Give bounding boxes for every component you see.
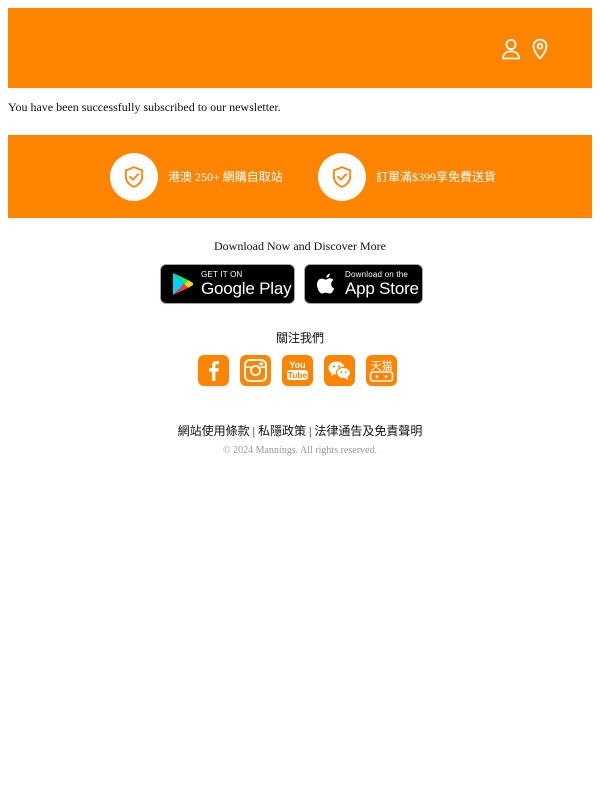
features-banner: 港澳 250+ 網購自取站 訂單滿$399享免費送貨: [8, 135, 592, 218]
tmall-icon: 天猫: [369, 360, 394, 382]
social-links: You Tube 天猫: [198, 355, 397, 386]
youtube-icon: You Tube: [287, 360, 308, 380]
subscription-success-message: You have been successfully subscribed to…: [8, 100, 281, 114]
facebook-icon: [209, 361, 219, 381]
tmall-label: 天猫: [371, 360, 393, 373]
copyright-text: © 2024 Mannings. All rights reserved.: [223, 445, 377, 456]
google-play-big-text: Google Play: [201, 279, 292, 298]
apple-icon: [317, 273, 335, 294]
user-icon: [502, 39, 520, 60]
wechat-link[interactable]: [324, 355, 355, 386]
feature-icon-circle: [110, 153, 158, 201]
facebook-link[interactable]: [198, 355, 229, 386]
app-store-button[interactable]: Download on the App Store: [304, 264, 423, 304]
tmall-link[interactable]: 天猫: [366, 355, 397, 386]
google-play-icon: [173, 273, 193, 295]
google-play-button[interactable]: GET IT ON Google Play: [160, 264, 295, 304]
feature-free-delivery: 訂單滿$399享免費送貨: [318, 153, 496, 201]
youtube-link[interactable]: You Tube: [282, 355, 313, 386]
instagram-icon: [244, 359, 267, 382]
footer-links: 網站使用條款 | 私隱政策 | 法律通告及免責聲明: [0, 423, 600, 439]
shield-check-icon: [332, 166, 352, 188]
privacy-policy-link[interactable]: 私隱政策: [258, 424, 306, 438]
google-play-text: GET IT ON Google Play: [201, 270, 292, 298]
shield-check-icon: [124, 166, 144, 188]
app-store-big-text: App Store: [345, 279, 419, 298]
download-title: Download Now and Discover More: [214, 239, 386, 253]
app-store-small-text: Download on the: [345, 270, 409, 279]
google-play-small-text: GET IT ON: [201, 270, 243, 279]
feature-pickup-stations: 港澳 250+ 網購自取站: [110, 153, 283, 201]
feature-label: 訂單滿$399享免費送貨: [376, 170, 497, 184]
legal-notice-link[interactable]: 法律通告及免責聲明: [314, 424, 422, 438]
feature-label: 港澳 250+ 網購自取站: [168, 170, 283, 184]
terms-of-use-link[interactable]: 網站使用條款: [178, 424, 250, 438]
store-badges: GET IT ON Google Play Download on the Ap…: [160, 264, 423, 304]
youtube-bottom-text: Tube: [288, 370, 308, 380]
account-link[interactable]: [501, 38, 521, 60]
header-bar: [8, 8, 592, 88]
app-store-text: Download on the App Store: [345, 270, 419, 298]
follow-us-title: 關注我們: [275, 331, 324, 345]
youtube-top-text: You: [289, 360, 305, 370]
instagram-link[interactable]: [240, 355, 271, 386]
map-pin-icon: [532, 38, 548, 60]
wechat-icon: [328, 361, 352, 380]
feature-icon-circle: [318, 153, 366, 201]
header-icons: [501, 38, 550, 60]
store-locator-link[interactable]: [530, 38, 550, 60]
footer-separator: |: [249, 424, 258, 438]
